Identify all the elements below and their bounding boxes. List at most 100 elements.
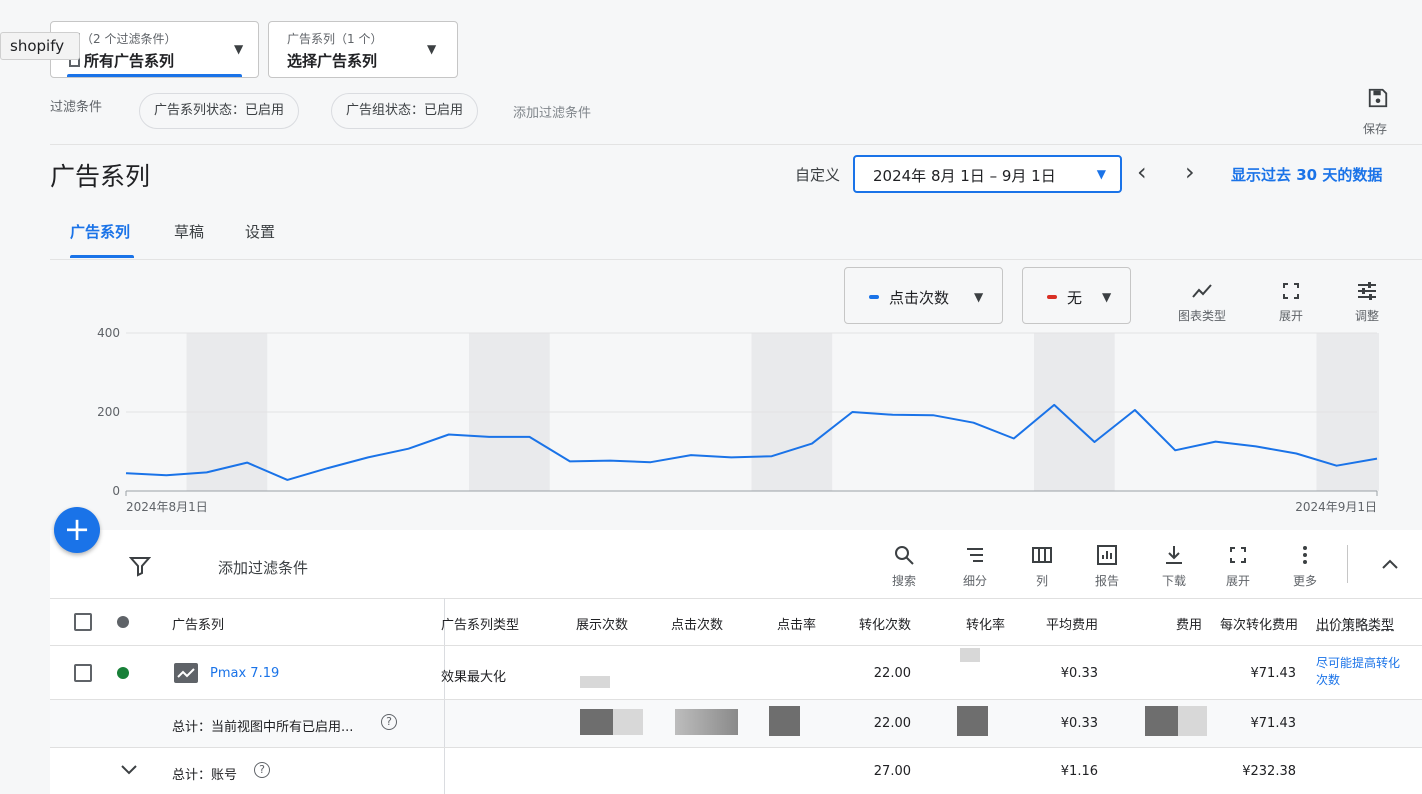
reports-label: 报告 [1094,574,1119,588]
y-tick-label: 400 [97,326,120,340]
campaign-name-link[interactable]: Pmax 7.19 [210,666,279,681]
date-custom-label: 自定义 [795,166,841,184]
chevron-down-icon: ▼ [1102,290,1112,304]
segment-label: 细分 [962,574,987,588]
total-view-label: 总计：当前视图中所有已启用... [172,720,354,735]
total-account-label: 总计：账号 [172,768,238,783]
search-button[interactable]: 搜索 [882,544,926,589]
col-avg-cost[interactable]: 平均费用 [1018,614,1098,633]
view-selector[interactable]: 图（2 个过滤条件） 所有广告系列 ▼ [50,21,259,78]
tab-campaigns[interactable]: 广告系列 [70,221,130,242]
segment-icon [967,548,983,562]
row-checkbox[interactable] [74,664,92,682]
select-all-checkbox[interactable] [74,613,92,631]
chevron-down-icon[interactable] [119,763,139,777]
y-tick-label: 200 [97,405,120,419]
active-tab-indicator [70,255,134,258]
pmax-campaign-icon [174,663,198,683]
expand-label: 展开 [1225,574,1250,588]
campaign-selector-value: 选择广告系列 [287,52,378,70]
add-filter-link[interactable]: 添加过滤条件 [513,102,591,121]
help-icon[interactable]: ? [254,762,270,778]
redacted-value [960,648,980,662]
adjust-label: 调整 [1354,309,1379,323]
col-conversions[interactable]: 转化次数 [833,614,911,633]
total-view-conversions: 22.00 [873,716,911,731]
table-add-filter[interactable]: 添加过滤条件 [218,557,308,578]
page-title: 广告系列 [50,162,151,191]
tooltip-shopify: shopify [0,32,80,60]
save-icon[interactable] [1367,87,1389,109]
clicks-line-chart: 0 200 400 2024年8月1日 2024年9月1日 [97,326,1379,514]
campaign-avg-cost: ¥0.33 [1060,666,1098,681]
col-campaign-type[interactable]: 广告系列类型 [441,614,539,633]
redacted-value [580,709,613,735]
metric-selector-clicks[interactable]: 点击次数 ▼ [844,267,1003,324]
segment-button[interactable]: 细分 [953,544,997,589]
columns-button[interactable]: 列 [1020,544,1064,589]
status-enabled-dot [117,667,129,679]
col-campaign[interactable]: 广告系列 [172,614,224,633]
redacted-value [1178,706,1207,736]
report-icon [1097,545,1117,565]
campaign-selector[interactable]: 广告系列（1 个） 选择广告系列 ▼ [268,21,458,78]
x-start-label: 2024年8月1日 [126,500,208,514]
filter-icon[interactable] [129,555,151,577]
total-account-cost-per-conv: ¥232.38 [1242,764,1296,779]
expand-chart-button[interactable]: 展开 [1266,281,1316,324]
metric-color-swatch [869,295,879,299]
chevron-down-icon: ▼ [427,42,437,56]
row-divider [50,645,1422,646]
col-cost-per-conv[interactable]: 每次转化费用 [1220,614,1302,633]
total-account-avg-cost: ¥1.16 [1060,764,1098,779]
bid-strategy-link[interactable]: 尽可能提高转化次数 [1316,655,1410,689]
campaign-type: 效果最大化 [441,670,507,685]
help-icon[interactable]: ? [381,714,397,730]
show-last-30-days-link[interactable]: 显示过去 30 天的数据 [1231,164,1382,185]
filter-chip-adgroup-status[interactable]: 广告组状态：已启用 [331,93,479,129]
chevron-up-icon[interactable] [1380,556,1400,572]
chevron-down-icon: ▼ [234,42,244,56]
total-view-cost-per-conv: ¥71.43 [1250,716,1297,731]
redacted-value [613,709,643,735]
download-button[interactable]: 下载 [1152,544,1196,589]
metric-selector-none[interactable]: 无 ▼ [1022,267,1131,324]
campaign-selector-subtitle: 广告系列（1 个） [287,32,383,46]
line-chart-icon [1192,284,1212,298]
download-icon [1166,546,1182,564]
chevron-down-icon: ▼ [1096,167,1106,181]
tab-drafts[interactable]: 草稿 [174,221,204,242]
expand-label: 展开 [1278,309,1303,323]
col-conv-rate[interactable]: 转化率 [925,614,1005,633]
expand-table-button[interactable]: 展开 [1216,544,1260,589]
adjust-chart-button[interactable]: 调整 [1342,281,1392,324]
filters-label: 过滤条件 [50,100,103,115]
col-ctr[interactable]: 点击率 [740,614,816,633]
more-button[interactable]: 更多 [1283,544,1327,589]
toolbar-divider [1347,545,1348,583]
col-impressions[interactable]: 展示次数 [550,614,628,633]
chart-type-button[interactable]: 图表类型 [1170,281,1234,324]
more-vert-icon [1303,546,1307,564]
redacted-value [957,706,988,736]
columns-icon [1032,547,1052,563]
save-label: 保存 [1363,122,1388,136]
filter-chip-campaign-status[interactable]: 广告系列状态：已启用 [139,93,300,129]
tab-settings[interactable]: 设置 [245,221,275,242]
total-view-avg-cost: ¥0.33 [1060,716,1098,731]
metric-selector-label: 点击次数 [889,289,950,307]
add-fab-button[interactable]: + [54,507,100,553]
next-period-button[interactable]: › [1185,158,1195,186]
metric-selector-label: 无 [1067,289,1083,307]
view-selector-subtitle: 图（2 个过滤条件） [69,32,177,46]
date-range-picker[interactable]: 2024年 8月 1日 – 9月 1日 ▼ [853,155,1122,193]
prev-period-button[interactable]: ‹ [1137,158,1147,186]
col-clicks[interactable]: 点击次数 [645,614,723,633]
status-header-dot [117,616,129,628]
search-icon [895,546,914,565]
col-cost[interactable]: 费用 [1120,614,1202,633]
reports-button[interactable]: 报告 [1085,544,1129,589]
date-range-value: 2024年 8月 1日 – 9月 1日 [873,167,1056,185]
y-tick-label: 0 [112,484,120,498]
col-bid-strategy[interactable]: 出价策略类型 [1316,614,1406,633]
